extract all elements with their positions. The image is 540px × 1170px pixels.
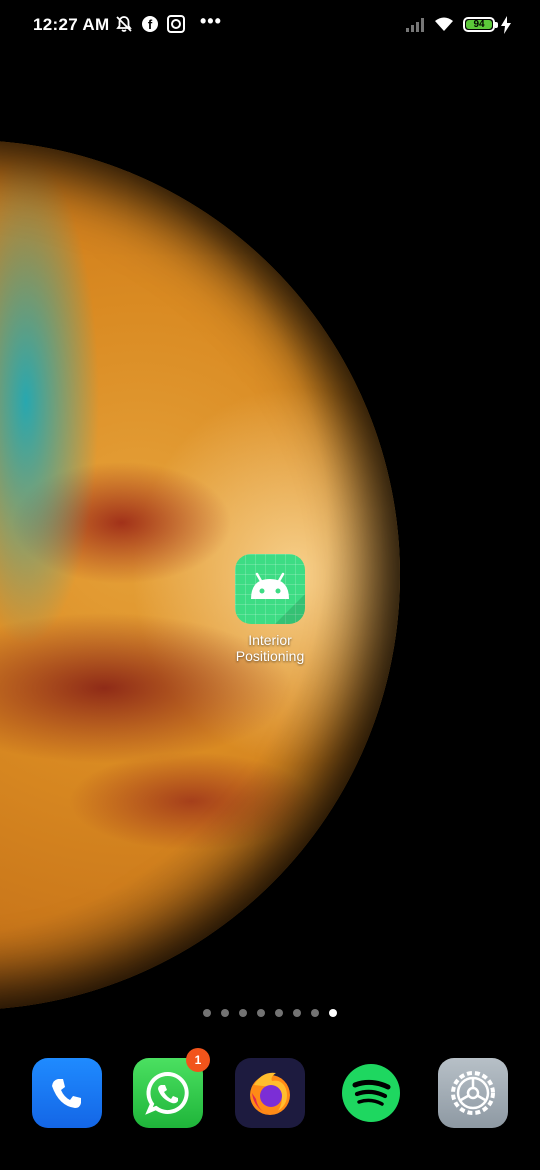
dock-spotify-app[interactable] [336, 1058, 406, 1128]
dock-firefox-app[interactable] [235, 1058, 305, 1128]
signal-icon [405, 16, 425, 34]
firefox-icon [250, 1072, 290, 1115]
app-interior-positioning[interactable]: Interior Positioning [220, 554, 320, 664]
dock-phone-app[interactable] [32, 1058, 102, 1128]
battery-icon: 94 [463, 17, 498, 32]
spotify-icon [342, 1064, 400, 1122]
whatsapp-icon [145, 1071, 189, 1115]
dock-settings-app[interactable] [438, 1058, 508, 1128]
page-dot [221, 1009, 229, 1017]
page-dot [257, 1009, 265, 1017]
instagram-icon [167, 15, 185, 33]
charging-icon [500, 16, 512, 34]
page-indicator [0, 1009, 540, 1017]
page-dot [203, 1009, 211, 1017]
battery-level: 94 [473, 19, 485, 30]
page-dot [239, 1009, 247, 1017]
page-dot [275, 1009, 283, 1017]
app-label: Interior Positioning [235, 632, 305, 664]
wifi-icon [434, 15, 454, 33]
facebook-icon: f [142, 16, 158, 32]
page-dot [311, 1009, 319, 1017]
page-dot-active [329, 1009, 337, 1017]
status-bar: 12:27 AM f ••• 94 [0, 0, 540, 50]
wallpaper-shade [0, 140, 400, 1010]
phone-icon [52, 1079, 81, 1108]
bell-off-icon [115, 15, 133, 33]
more-icon: ••• [200, 10, 222, 31]
settings-icon [451, 1071, 495, 1115]
android-icon [235, 554, 305, 624]
notification-badge: 1 [186, 1048, 210, 1072]
page-dot [293, 1009, 301, 1017]
status-time: 12:27 AM [33, 15, 110, 34]
